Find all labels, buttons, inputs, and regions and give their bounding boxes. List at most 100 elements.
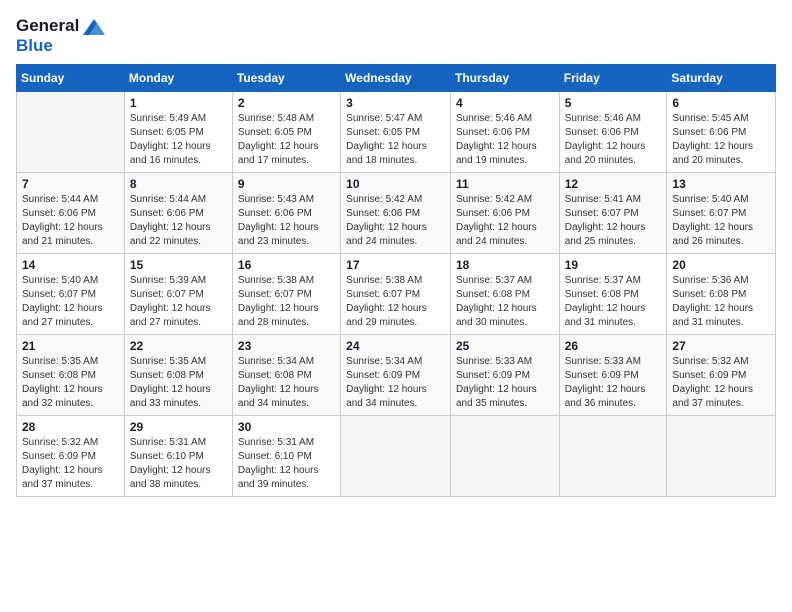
logo-blue-text: Blue — [16, 36, 53, 55]
calendar-day-cell: 1 Sunrise: 5:49 AMSunset: 6:05 PMDaylight… — [124, 92, 232, 173]
day-number: 17 — [346, 258, 445, 272]
day-number: 22 — [130, 339, 227, 353]
day-number: 3 — [346, 96, 445, 110]
day-number: 8 — [130, 177, 227, 191]
calendar-day-header: Wednesday — [341, 65, 451, 92]
logo-icon — [83, 19, 105, 35]
day-info: Sunrise: 5:36 AMSunset: 6:08 PMDaylight:… — [672, 274, 770, 330]
calendar-day-cell — [450, 416, 559, 497]
day-info: Sunrise: 5:41 AMSunset: 6:07 PMDaylight:… — [565, 193, 662, 249]
day-number: 15 — [130, 258, 227, 272]
calendar-week-row: 21 Sunrise: 5:35 AMSunset: 6:08 PMDayligh… — [17, 335, 776, 416]
calendar-day-cell: 22 Sunrise: 5:35 AMSunset: 6:08 PMDayligh… — [124, 335, 232, 416]
calendar-day-header: Saturday — [667, 65, 776, 92]
day-number: 21 — [22, 339, 119, 353]
day-number: 29 — [130, 420, 227, 434]
calendar-day-cell: 23 Sunrise: 5:34 AMSunset: 6:08 PMDayligh… — [232, 335, 340, 416]
calendar-day-cell: 29 Sunrise: 5:31 AMSunset: 6:10 PMDayligh… — [124, 416, 232, 497]
day-number: 27 — [672, 339, 770, 353]
day-info: Sunrise: 5:33 AMSunset: 6:09 PMDaylight:… — [565, 355, 662, 411]
calendar-week-row: 1 Sunrise: 5:49 AMSunset: 6:05 PMDaylight… — [17, 92, 776, 173]
day-info: Sunrise: 5:42 AMSunset: 6:06 PMDaylight:… — [346, 193, 445, 249]
day-info: Sunrise: 5:34 AMSunset: 6:09 PMDaylight:… — [346, 355, 445, 411]
day-number: 25 — [456, 339, 554, 353]
day-info: Sunrise: 5:37 AMSunset: 6:08 PMDaylight:… — [565, 274, 662, 330]
day-info: Sunrise: 5:31 AMSunset: 6:10 PMDaylight:… — [238, 436, 335, 492]
logo-general-text: General — [16, 16, 79, 36]
day-info: Sunrise: 5:48 AMSunset: 6:05 PMDaylight:… — [238, 112, 335, 168]
calendar-day-cell: 11 Sunrise: 5:42 AMSunset: 6:06 PMDayligh… — [450, 173, 559, 254]
calendar-day-cell: 14 Sunrise: 5:40 AMSunset: 6:07 PMDayligh… — [17, 254, 125, 335]
day-info: Sunrise: 5:46 AMSunset: 6:06 PMDaylight:… — [456, 112, 554, 168]
calendar-day-cell — [341, 416, 451, 497]
day-info: Sunrise: 5:40 AMSunset: 6:07 PMDaylight:… — [672, 193, 770, 249]
day-info: Sunrise: 5:47 AMSunset: 6:05 PMDaylight:… — [346, 112, 445, 168]
day-info: Sunrise: 5:32 AMSunset: 6:09 PMDaylight:… — [22, 436, 119, 492]
day-info: Sunrise: 5:35 AMSunset: 6:08 PMDaylight:… — [130, 355, 227, 411]
day-number: 16 — [238, 258, 335, 272]
day-info: Sunrise: 5:45 AMSunset: 6:06 PMDaylight:… — [672, 112, 770, 168]
calendar-day-cell — [667, 416, 776, 497]
day-info: Sunrise: 5:34 AMSunset: 6:08 PMDaylight:… — [238, 355, 335, 411]
day-info: Sunrise: 5:39 AMSunset: 6:07 PMDaylight:… — [130, 274, 227, 330]
calendar-day-cell: 2Sunrise: 5:48 AMSunset: 6:05 PMDaylight… — [232, 92, 340, 173]
calendar-header-row: SundayMondayTuesdayWednesdayThursdayFrid… — [17, 65, 776, 92]
day-number: 12 — [565, 177, 662, 191]
calendar-day-cell: 20Sunrise: 5:36 AMSunset: 6:08 PMDayligh… — [667, 254, 776, 335]
calendar-day-cell: 16 Sunrise: 5:38 AMSunset: 6:07 PMDayligh… — [232, 254, 340, 335]
calendar-day-cell: 13 Sunrise: 5:40 AMSunset: 6:07 PMDayligh… — [667, 173, 776, 254]
calendar-day-cell — [17, 92, 125, 173]
day-number: 4 — [456, 96, 554, 110]
calendar-week-row: 14 Sunrise: 5:40 AMSunset: 6:07 PMDayligh… — [17, 254, 776, 335]
calendar-day-cell: 27Sunrise: 5:32 AMSunset: 6:09 PMDayligh… — [667, 335, 776, 416]
calendar-day-cell: 8Sunrise: 5:44 AMSunset: 6:06 PMDaylight… — [124, 173, 232, 254]
day-info: Sunrise: 5:31 AMSunset: 6:10 PMDaylight:… — [130, 436, 227, 492]
day-number: 13 — [672, 177, 770, 191]
calendar-day-cell: 4 Sunrise: 5:46 AMSunset: 6:06 PMDaylight… — [450, 92, 559, 173]
calendar-day-cell: 7 Sunrise: 5:44 AMSunset: 6:06 PMDaylight… — [17, 173, 125, 254]
calendar-day-cell: 5 Sunrise: 5:46 AMSunset: 6:06 PMDaylight… — [559, 92, 667, 173]
day-number: 11 — [456, 177, 554, 191]
page-header: General Blue — [16, 16, 776, 56]
calendar-day-cell: 28 Sunrise: 5:32 AMSunset: 6:09 PMDayligh… — [17, 416, 125, 497]
calendar-day-cell: 17 Sunrise: 5:38 AMSunset: 6:07 PMDayligh… — [341, 254, 451, 335]
day-number: 6 — [672, 96, 770, 110]
day-info: Sunrise: 5:37 AMSunset: 6:08 PMDaylight:… — [456, 274, 554, 330]
day-number: 19 — [565, 258, 662, 272]
calendar-day-cell: 24Sunrise: 5:34 AMSunset: 6:09 PMDayligh… — [341, 335, 451, 416]
day-info: Sunrise: 5:46 AMSunset: 6:06 PMDaylight:… — [565, 112, 662, 168]
calendar-day-cell: 30 Sunrise: 5:31 AMSunset: 6:10 PMDayligh… — [232, 416, 340, 497]
day-info: Sunrise: 5:43 AMSunset: 6:06 PMDaylight:… — [238, 193, 335, 249]
calendar-day-cell: 19 Sunrise: 5:37 AMSunset: 6:08 PMDayligh… — [559, 254, 667, 335]
day-info: Sunrise: 5:44 AMSunset: 6:06 PMDaylight:… — [22, 193, 119, 249]
day-number: 9 — [238, 177, 335, 191]
day-number: 5 — [565, 96, 662, 110]
day-number: 23 — [238, 339, 335, 353]
calendar-day-header: Sunday — [17, 65, 125, 92]
day-info: Sunrise: 5:42 AMSunset: 6:06 PMDaylight:… — [456, 193, 554, 249]
logo: General Blue — [16, 16, 105, 56]
day-number: 1 — [130, 96, 227, 110]
day-number: 30 — [238, 420, 335, 434]
calendar-day-header: Friday — [559, 65, 667, 92]
day-info: Sunrise: 5:35 AMSunset: 6:08 PMDaylight:… — [22, 355, 119, 411]
day-number: 10 — [346, 177, 445, 191]
calendar-day-cell: 25 Sunrise: 5:33 AMSunset: 6:09 PMDayligh… — [450, 335, 559, 416]
calendar-day-header: Thursday — [450, 65, 559, 92]
day-number: 28 — [22, 420, 119, 434]
calendar-day-header: Tuesday — [232, 65, 340, 92]
calendar-week-row: 7 Sunrise: 5:44 AMSunset: 6:06 PMDaylight… — [17, 173, 776, 254]
day-info: Sunrise: 5:38 AMSunset: 6:07 PMDaylight:… — [238, 274, 335, 330]
calendar-day-cell: 26 Sunrise: 5:33 AMSunset: 6:09 PMDayligh… — [559, 335, 667, 416]
day-info: Sunrise: 5:40 AMSunset: 6:07 PMDaylight:… — [22, 274, 119, 330]
calendar-table: SundayMondayTuesdayWednesdayThursdayFrid… — [16, 64, 776, 497]
day-info: Sunrise: 5:33 AMSunset: 6:09 PMDaylight:… — [456, 355, 554, 411]
day-info: Sunrise: 5:38 AMSunset: 6:07 PMDaylight:… — [346, 274, 445, 330]
calendar-day-cell: 21 Sunrise: 5:35 AMSunset: 6:08 PMDayligh… — [17, 335, 125, 416]
day-number: 14 — [22, 258, 119, 272]
calendar-day-cell: 10 Sunrise: 5:42 AMSunset: 6:06 PMDayligh… — [341, 173, 451, 254]
calendar-day-header: Monday — [124, 65, 232, 92]
day-number: 26 — [565, 339, 662, 353]
day-info: Sunrise: 5:49 AMSunset: 6:05 PMDaylight:… — [130, 112, 227, 168]
day-number: 7 — [22, 177, 119, 191]
